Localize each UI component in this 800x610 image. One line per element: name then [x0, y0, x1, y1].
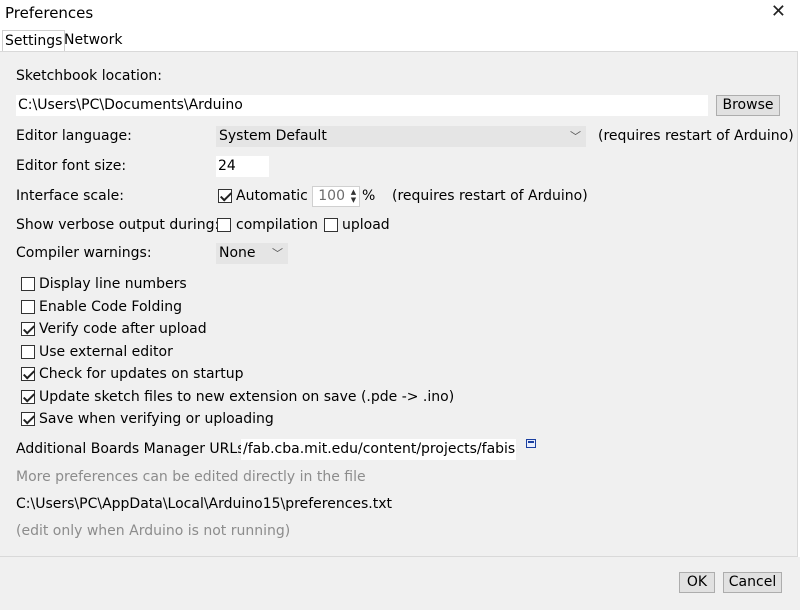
dialog-footer: OK Cancel	[0, 557, 800, 610]
more-preferences-text: More preferences can be edited directly …	[16, 469, 366, 485]
verify-after-upload-checkbox[interactable]	[21, 322, 35, 336]
enable-code-folding-checkbox[interactable]	[21, 300, 35, 314]
close-icon[interactable]: ✕	[771, 2, 786, 22]
preferences-path[interactable]: C:\Users\PC\AppData\Local\Arduino15\pref…	[16, 496, 392, 512]
spinner-arrows-icon[interactable]: ▲ ▼	[349, 188, 358, 204]
save-when-verifying-label: Save when verifying or uploading	[39, 411, 274, 427]
scale-note: (requires restart of Arduino)	[392, 188, 588, 204]
check-updates-checkbox[interactable]	[21, 367, 35, 381]
window-title: Preferences	[5, 4, 94, 22]
update-sketch-extension-checkbox[interactable]	[21, 390, 35, 404]
editor-language-note: (requires restart of Arduino)	[598, 128, 794, 144]
tab-bar: Settings Network	[0, 30, 800, 52]
chevron-down-icon: ﹀	[272, 247, 283, 260]
automatic-label: Automatic	[236, 188, 308, 204]
chevron-down-icon: ﹀	[570, 130, 581, 143]
font-size-field[interactable]: 24	[216, 156, 269, 177]
boards-urls-field[interactable]: /fab.cba.mit.edu/content/projects/fabisp…	[241, 439, 516, 460]
settings-panel: Sketchbook location: C:\Users\PC\Documen…	[0, 51, 798, 557]
upload-checkbox[interactable]	[324, 218, 338, 232]
ok-button[interactable]: OK	[679, 572, 715, 593]
interface-scale-label: Interface scale:	[16, 188, 124, 204]
check-updates-label: Check for updates on startup	[39, 366, 244, 382]
enable-code-folding-label: Enable Code Folding	[39, 299, 182, 315]
verify-after-upload-label: Verify code after upload	[39, 321, 207, 337]
tab-network[interactable]: Network	[62, 30, 124, 50]
use-external-editor-checkbox[interactable]	[21, 345, 35, 359]
sketchbook-label: Sketchbook location:	[16, 68, 163, 84]
compilation-checkbox[interactable]	[217, 218, 231, 232]
display-line-numbers-label: Display line numbers	[39, 276, 187, 292]
editor-language-select[interactable]: System Default ﹀	[216, 126, 586, 147]
display-line-numbers-checkbox[interactable]	[21, 277, 35, 291]
upload-label: upload	[342, 217, 390, 233]
scale-value: 100	[318, 188, 345, 204]
scale-unit: %	[362, 188, 376, 204]
tab-settings[interactable]: Settings	[2, 30, 66, 52]
use-external-editor-label: Use external editor	[39, 344, 173, 360]
window-icon[interactable]	[526, 439, 536, 448]
editor-language-value: System Default	[219, 128, 327, 144]
save-when-verifying-checkbox[interactable]	[21, 412, 35, 426]
boards-urls-label: Additional Boards Manager URLs:	[16, 441, 250, 457]
editor-language-label: Editor language:	[16, 128, 132, 144]
sketchbook-location-field[interactable]: C:\Users\PC\Documents\Arduino	[16, 95, 708, 116]
compiler-warnings-select[interactable]: None ﹀	[216, 243, 288, 264]
compiler-warnings-value: None	[219, 245, 256, 261]
compilation-label: compilation	[236, 217, 318, 233]
scale-spinner[interactable]: 100 ▲ ▼	[312, 186, 360, 207]
title-bar: Preferences ✕	[0, 0, 800, 28]
browse-button[interactable]: Browse	[716, 95, 780, 116]
automatic-checkbox[interactable]	[218, 189, 232, 203]
cancel-button[interactable]: Cancel	[723, 572, 782, 593]
compiler-warnings-label: Compiler warnings:	[16, 245, 152, 261]
font-size-label: Editor font size:	[16, 158, 127, 174]
update-sketch-extension-label: Update sketch files to new extension on …	[39, 389, 455, 405]
verbose-label: Show verbose output during:	[16, 217, 220, 233]
edit-note-text: (edit only when Arduino is not running)	[16, 523, 291, 539]
